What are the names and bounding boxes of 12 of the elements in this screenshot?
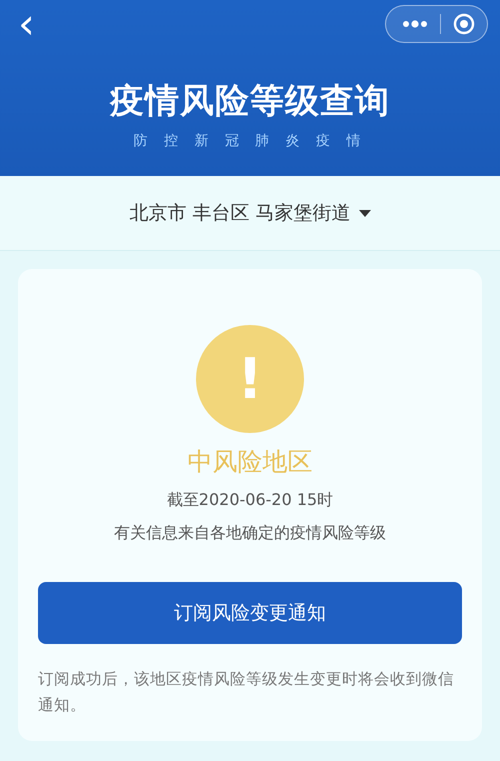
caret-icon xyxy=(358,210,371,216)
risk-level: 中风险地区 xyxy=(188,446,312,478)
source-note: 有关信息来自各地确定的疫情风险等级 xyxy=(114,523,386,544)
warning-icon: ! xyxy=(196,325,304,433)
page-title: 疫情风险等级查询 xyxy=(110,80,390,123)
update-time: 截至2020-06-20 15时 xyxy=(166,490,334,511)
page-subtitle: 防 控 新 冠 肺 炎 疫 情 xyxy=(133,132,367,150)
subscribe-note: 订阅成功后，该地区疫情风险等级发生变更时将会收到微信通知。 xyxy=(38,669,455,716)
subscribe-button[interactable]: 订阅风险变更通知 xyxy=(38,582,462,644)
more-icon[interactable] xyxy=(402,20,428,28)
back-button[interactable]: ‹ xyxy=(12,4,41,44)
location-selector[interactable]: 北京市 丰台区 马家堡街道 xyxy=(0,176,500,251)
